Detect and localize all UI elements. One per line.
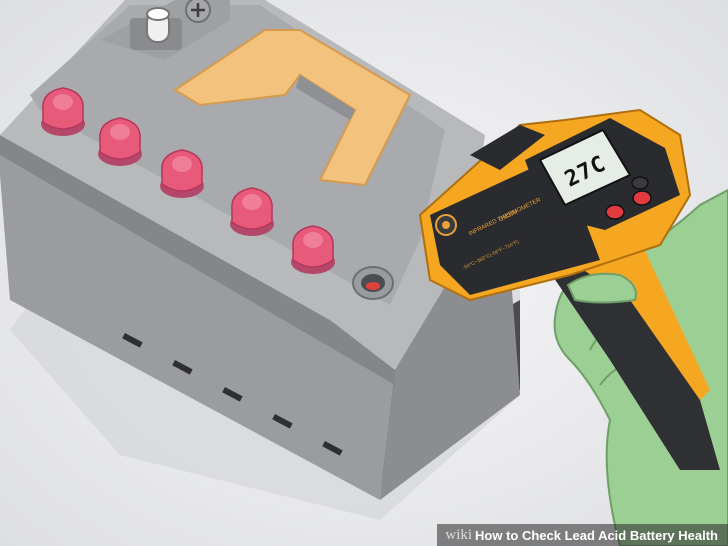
power-button-icon: [632, 190, 652, 206]
charge-indicator-icon: [352, 266, 394, 300]
wiki-logo: wiki: [445, 526, 473, 543]
mode-button-icon: [605, 204, 625, 220]
vent-cap: [230, 187, 274, 236]
caption-title: How to Check Lead Acid Battery Health: [475, 527, 718, 543]
vent-cap: [98, 117, 142, 166]
vent-cap: [291, 225, 335, 274]
illustration: 27C GM320 INFRARED THERMOMETER -50°C~380…: [0, 0, 728, 546]
caption-bar: wiki How to Check Lead Acid Battery Heal…: [437, 524, 728, 546]
plus-sign-icon: [185, 0, 211, 23]
battery-illustration: [0, 0, 728, 546]
sensor-lens-icon: [435, 214, 457, 236]
vent-cap: [160, 149, 204, 198]
vent-cap: [41, 87, 85, 136]
